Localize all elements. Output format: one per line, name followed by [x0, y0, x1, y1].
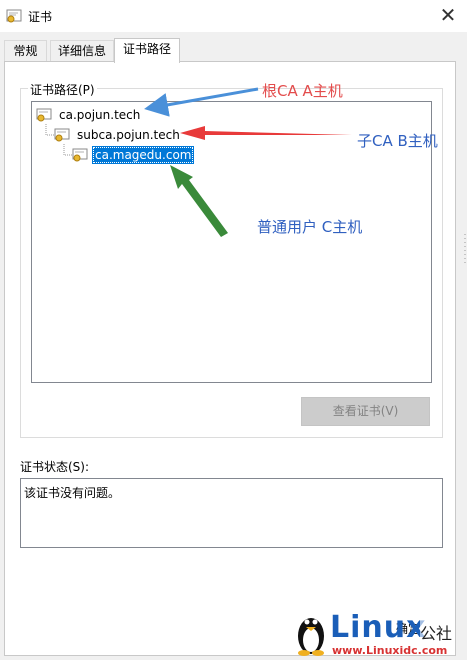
annotation-root-ca: 根CA A主机: [262, 82, 343, 100]
watermark-suffix: 公社: [420, 620, 453, 644]
watermark-brand: Linux: [330, 610, 427, 645]
resize-grip[interactable]: [457, 230, 467, 270]
user-arrow: [170, 165, 228, 237]
annotation-user: 普通用户 C主机: [257, 218, 363, 236]
root-arrow: [144, 87, 259, 117]
annotation-sub-ca: 子CA B主机: [357, 132, 438, 150]
tab-cert-path[interactable]: 证书路径: [114, 38, 180, 63]
watermark-url: www.Linuxidc.com: [332, 644, 448, 657]
penguin-icon: [298, 618, 324, 656]
annotation-arrows: [144, 87, 352, 237]
sub-arrow: [180, 126, 352, 140]
watermark: Linux 公社 www.Linuxidc.com: [290, 604, 460, 658]
